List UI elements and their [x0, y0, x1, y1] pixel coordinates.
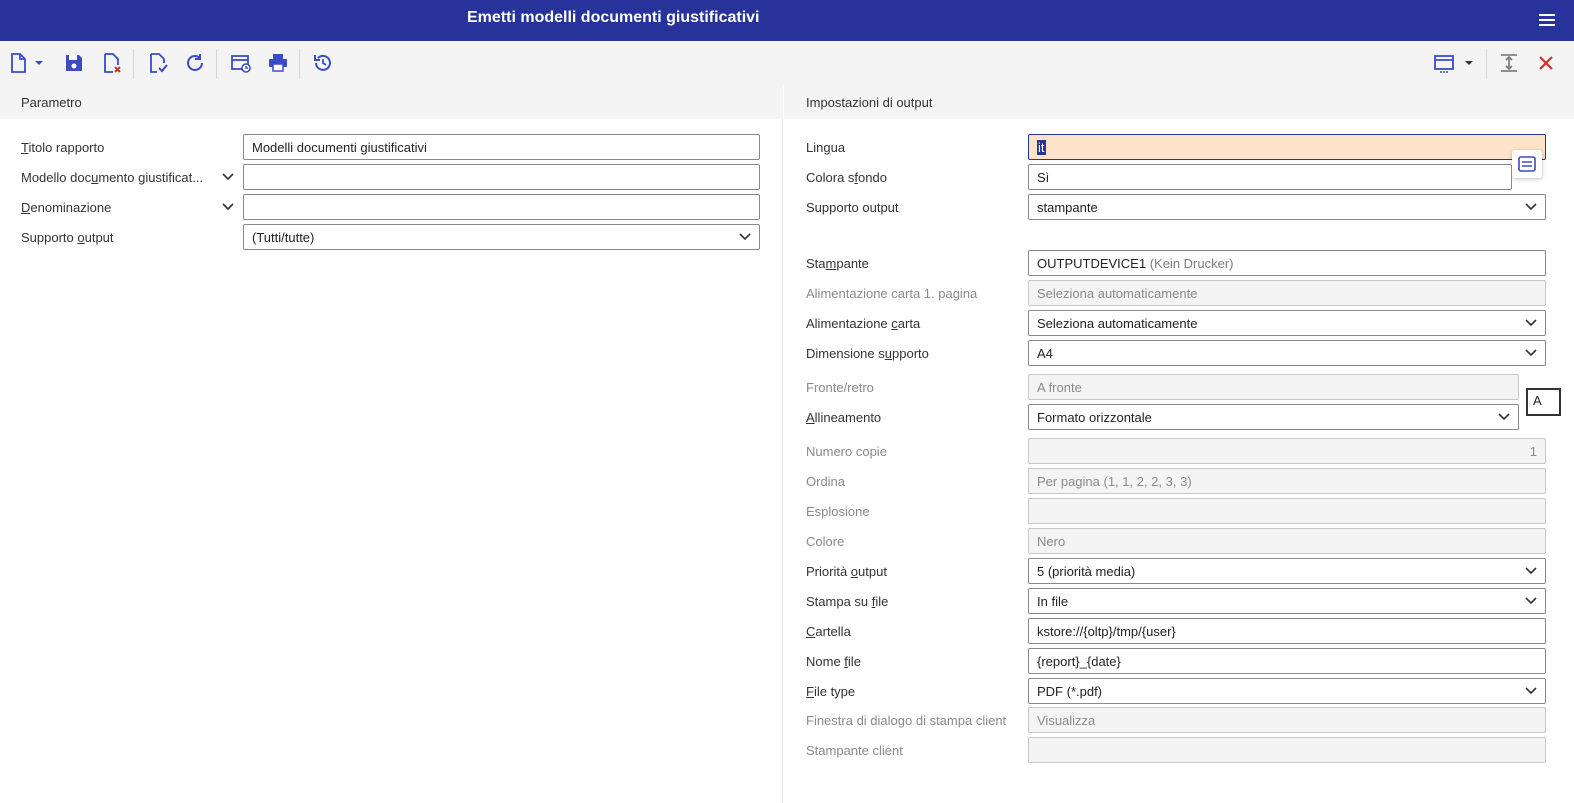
left-output-support-select[interactable]: (Tutti/tutte)	[243, 224, 760, 250]
close-icon[interactable]	[1534, 51, 1558, 75]
sort-label: Ordina	[806, 474, 846, 489]
file-name-input[interactable]: {report}_{date}	[1028, 648, 1546, 674]
left-output-support-label: Supporto output	[21, 230, 114, 245]
language-label: Lingua	[806, 140, 846, 155]
explosion-input	[1028, 498, 1546, 524]
chevron-down-icon	[739, 233, 751, 241]
window-title: Emetti modelli documenti giustificativi	[467, 9, 760, 26]
orientation-preview-box: A	[1526, 388, 1561, 416]
new-document-icon[interactable]	[6, 51, 30, 75]
file-name-label: Nome file	[806, 654, 861, 669]
duplex-label: Fronte/retro	[806, 380, 874, 395]
output-support-select[interactable]: stampante	[1028, 194, 1546, 220]
report-title-input[interactable]: Modelli documenti giustificativi	[243, 134, 760, 160]
background-color-input[interactable]: Sì	[1028, 164, 1512, 190]
document-model-expand-icon[interactable]	[222, 173, 234, 181]
client-printer-label: Stampante client	[806, 743, 903, 758]
file-type-select[interactable]: PDF (*.pdf)	[1028, 678, 1546, 704]
orientation-label: Allineamento	[806, 410, 882, 425]
document-model-label: Modello documento giustificat...	[21, 170, 204, 185]
report-title-label: Titolo rapporto	[21, 140, 105, 155]
client-printer-input	[1028, 737, 1546, 763]
print-to-file-label: Stampa su file	[806, 594, 889, 609]
print-to-file-select[interactable]: In file	[1028, 588, 1546, 614]
discard-icon[interactable]	[100, 51, 124, 75]
media-size-select[interactable]: A4	[1028, 340, 1546, 366]
client-print-dialog-label: Finestra di dialogo di stampa client	[806, 713, 1007, 728]
denomination-expand-icon[interactable]	[222, 203, 234, 211]
printer-label: Stampante	[806, 256, 869, 271]
chevron-down-icon	[1525, 319, 1537, 327]
copies-label: Numero copie	[806, 444, 887, 459]
document-model-input[interactable]	[243, 164, 760, 190]
duplex-input: A fronte	[1028, 374, 1519, 400]
folder-label: Cartella	[806, 624, 851, 639]
client-print-dialog-input: Visualizza	[1028, 707, 1546, 733]
parameter-section-header: Parametro	[0, 85, 783, 119]
validate-icon[interactable]	[146, 51, 170, 75]
expand-icon[interactable]	[1497, 51, 1521, 75]
chevron-down-icon	[1525, 567, 1537, 575]
output-section-header: Impostazioni di output	[784, 85, 1574, 119]
chevron-down-icon	[1498, 413, 1510, 421]
denomination-label: Denominazione	[21, 200, 112, 215]
color-input: Nero	[1028, 528, 1546, 554]
language-input[interactable]: it	[1028, 134, 1546, 160]
printer-input[interactable]: OUTPUTDEVICE1 (Kein Drucker)	[1028, 250, 1546, 276]
explosion-label: Esplosione	[806, 504, 870, 519]
chevron-down-icon	[1525, 349, 1537, 357]
chevron-down-icon	[1525, 687, 1537, 695]
hamburger-menu-icon[interactable]	[1538, 11, 1556, 29]
output-support-label: Supporto output	[806, 200, 899, 215]
history-icon[interactable]	[311, 51, 335, 75]
paper-feed-first-page-label: Alimentazione carta 1. pagina	[806, 286, 978, 301]
paper-feed-label: Alimentazione carta	[806, 316, 921, 331]
orientation-select[interactable]: Formato orizzontale	[1028, 404, 1519, 430]
toolbar	[0, 41, 1574, 85]
output-priority-select[interactable]: 5 (priorità media)	[1028, 558, 1546, 584]
side-panel-button[interactable]	[1512, 150, 1542, 178]
color-label: Colore	[806, 534, 845, 549]
notes-icon	[1518, 156, 1536, 172]
schedule-icon[interactable]	[229, 51, 253, 75]
save-icon[interactable]	[62, 51, 86, 75]
file-type-label: File type	[806, 684, 856, 699]
new-dropdown-icon[interactable]	[32, 51, 46, 75]
paper-feed-first-page-input: Seleziona automaticamente	[1028, 280, 1546, 306]
denomination-input[interactable]	[243, 194, 760, 220]
paper-feed-select[interactable]: Seleziona automaticamente	[1028, 310, 1546, 336]
folder-input[interactable]: kstore://{oltp}/tmp/{user}	[1028, 618, 1546, 644]
refresh-icon[interactable]	[183, 51, 207, 75]
sort-input: Per pagina (1, 1, 2, 2, 3, 3)	[1028, 468, 1546, 494]
chevron-down-icon	[1525, 203, 1537, 211]
output-priority-label: Priorità output	[806, 564, 887, 579]
view-dropdown-icon[interactable]	[1462, 51, 1476, 75]
title-bar: Emetti modelli documenti giustificativi	[0, 0, 1574, 41]
media-size-label: Dimensione supporto	[806, 346, 929, 361]
view-icon[interactable]	[1432, 51, 1456, 75]
parameter-pane	[0, 119, 783, 803]
print-icon[interactable]	[266, 51, 290, 75]
background-color-label: Colora sfondo	[806, 170, 887, 185]
chevron-down-icon	[1525, 597, 1537, 605]
copies-input: 1	[1028, 438, 1546, 464]
